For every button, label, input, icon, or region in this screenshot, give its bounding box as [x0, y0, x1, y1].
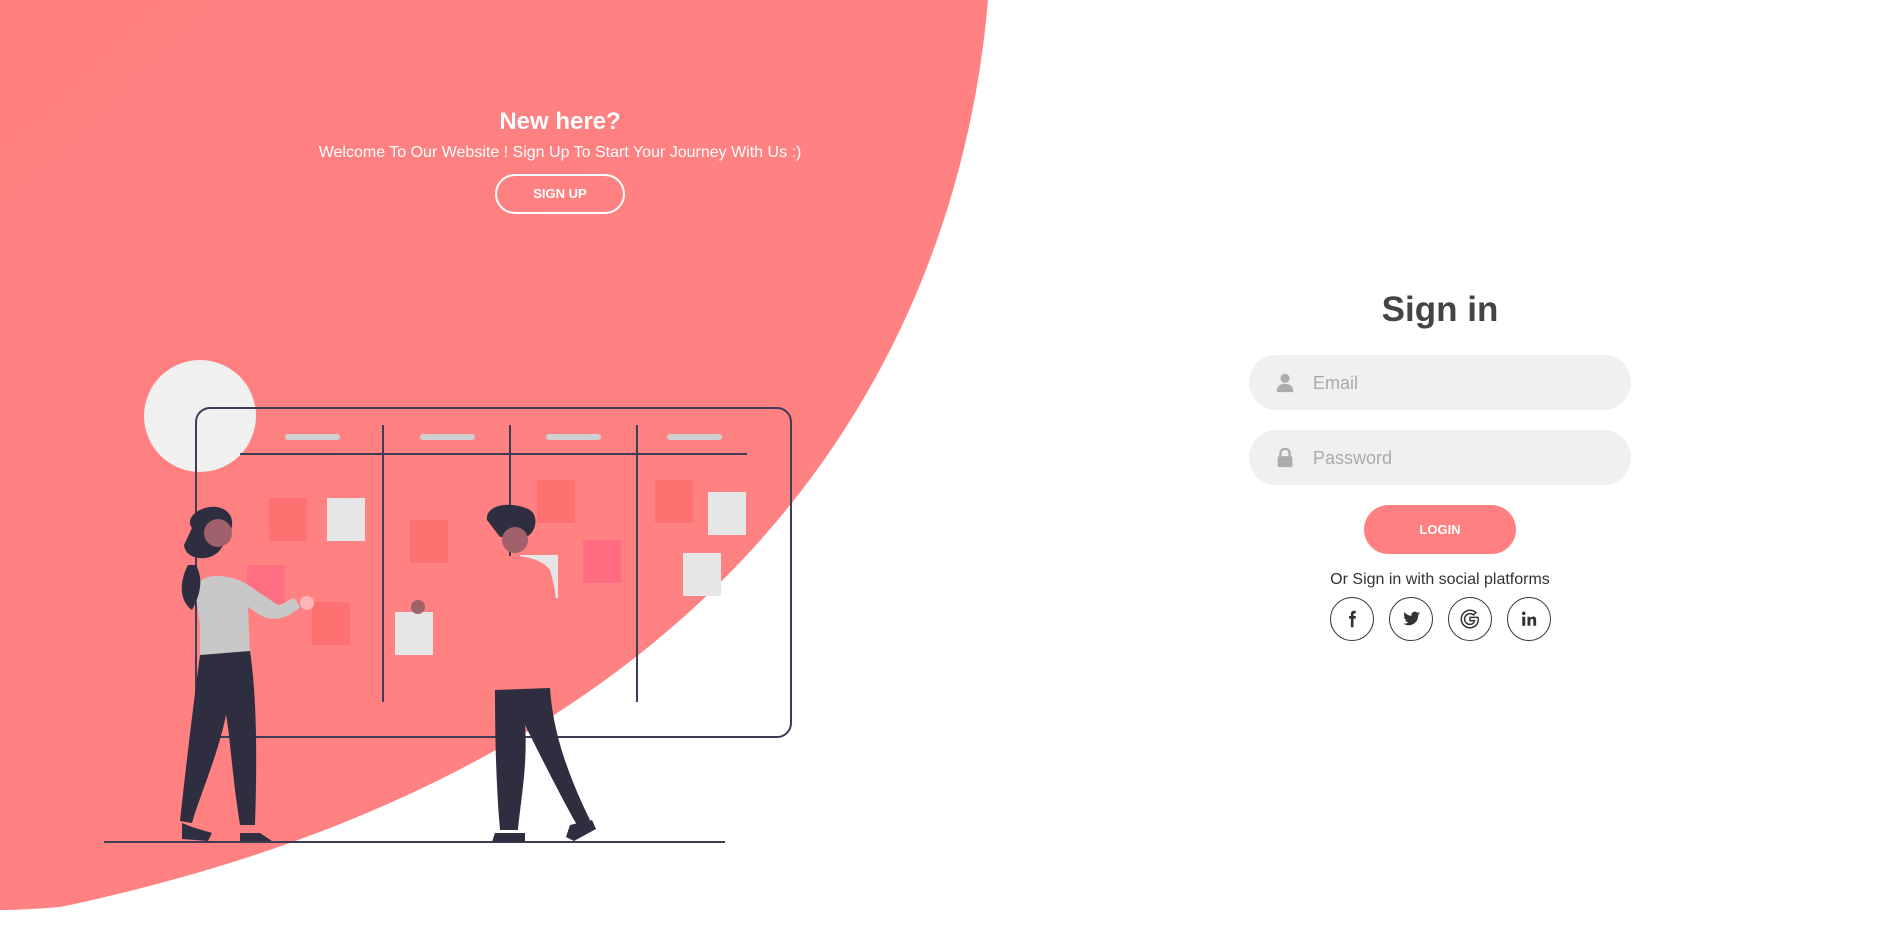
facebook-button[interactable]	[1329, 597, 1374, 641]
facebook-icon	[1348, 610, 1356, 628]
login-button[interactable]: LOGIN	[1364, 505, 1516, 554]
password-input[interactable]	[1311, 430, 1615, 487]
panel-description: Welcome To Our Website ! Sign Up To Star…	[318, 144, 802, 161]
left-panel-content: New here? Welcome To Our Website ! Sign …	[260, 108, 860, 214]
linkedin-icon	[1521, 611, 1536, 626]
google-button[interactable]	[1447, 597, 1492, 641]
twitter-icon	[1402, 611, 1420, 626]
lock-icon	[1277, 447, 1293, 468]
twitter-button[interactable]	[1388, 597, 1433, 641]
social-text: Or Sign in with social platforms	[1330, 571, 1550, 588]
email-field[interactable]	[1249, 355, 1631, 412]
email-input[interactable]	[1311, 355, 1615, 412]
google-icon	[1459, 609, 1479, 629]
sign-in-title: Sign in	[1381, 290, 1499, 329]
linkedin-button[interactable]	[1506, 597, 1551, 641]
password-field[interactable]	[1249, 430, 1631, 487]
login-page: New here? Welcome To Our Website ! Sign …	[0, 0, 1895, 933]
kanban-board-illustration	[104, 360, 792, 843]
sign-up-button[interactable]: SIGN UP	[495, 174, 625, 214]
panel-heading: New here?	[499, 108, 621, 135]
user-icon	[1276, 373, 1294, 393]
sign-in-form: Sign in LOGIN Or Sign in with social pla…	[1249, 285, 1631, 641]
social-media-links	[1249, 597, 1631, 641]
